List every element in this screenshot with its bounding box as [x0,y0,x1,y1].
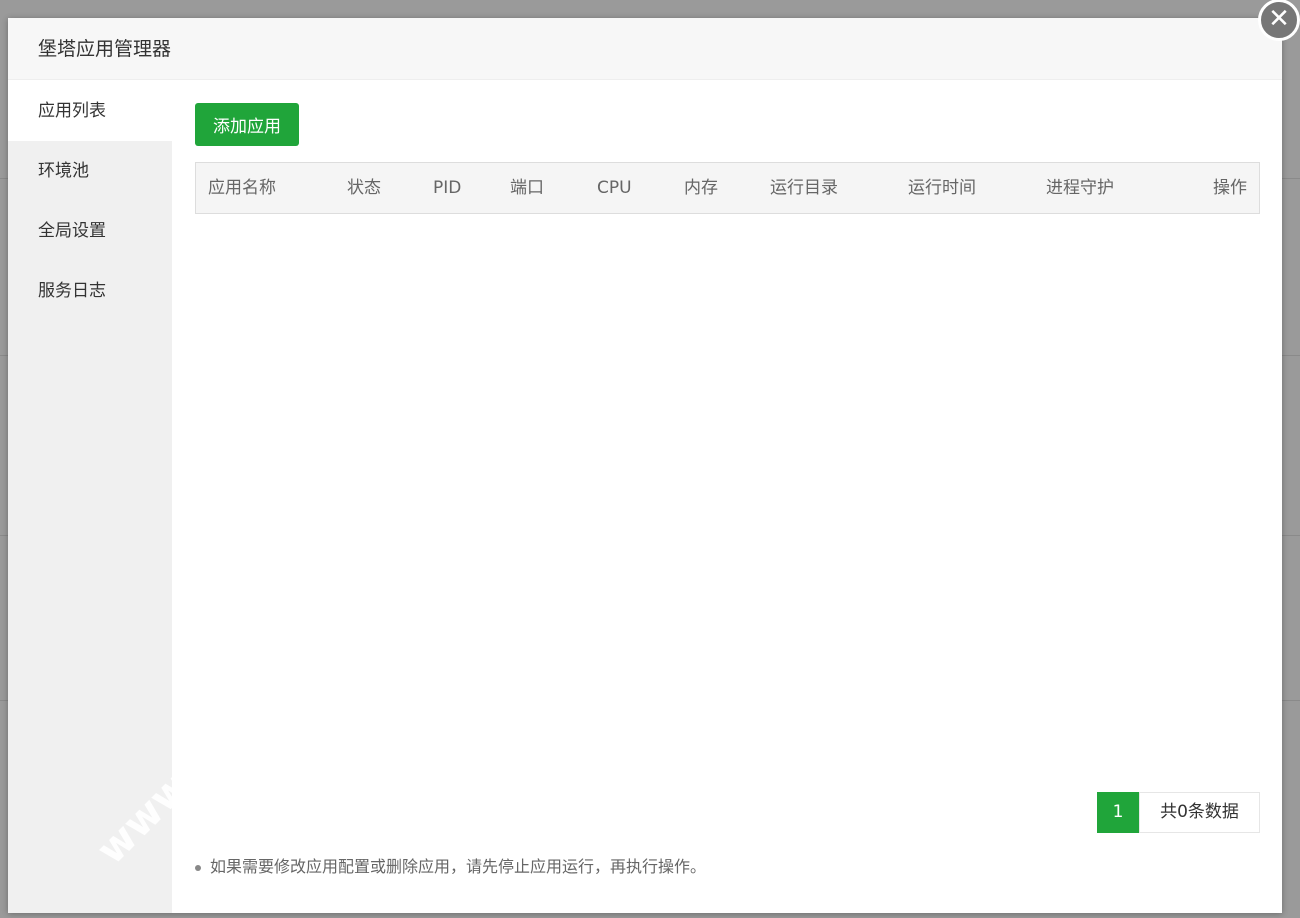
sidebar: 应用列表 环境池 全局设置 服务日志 www. [8,81,208,913]
add-app-button[interactable]: 添加应用 [195,103,299,146]
main-content: 添加应用 应用名称 状态 PID 端口 CPU 内存 运行目录 运行时间 进程守… [172,81,1282,913]
col-app-name: 应用名称 [208,178,276,198]
col-run-dir: 运行目录 [770,178,838,198]
close-icon[interactable]: ✕ [1258,0,1300,41]
col-run-time: 运行时间 [908,178,976,198]
col-memory: 内存 [684,178,718,198]
app-manager-dialog: 堡塔应用管理器 应用列表 环境池 全局设置 服务日志 www. 添加应用 应用名… [8,18,1282,913]
col-actions: 操作 [1213,178,1247,198]
help-note: 如果需要修改应用配置或删除应用，请先停止应用运行，再执行操作。 [195,853,706,877]
col-port: 端口 [510,178,544,198]
dialog-title: 堡塔应用管理器 [8,18,1282,80]
sidebar-item-env-pool[interactable]: 环境池 [8,141,172,201]
pagination: 1 共0条数据 [1097,792,1260,833]
col-status: 状态 [347,178,381,198]
col-cpu: CPU [597,178,632,198]
sidebar-item-global-settings[interactable]: 全局设置 [8,201,172,261]
page-current[interactable]: 1 [1097,792,1139,833]
col-daemon: 进程守护 [1046,178,1114,198]
page-total: 共0条数据 [1139,792,1260,833]
sidebar-item-service-log[interactable]: 服务日志 [8,261,172,321]
sidebar-item-app-list[interactable]: 应用列表 [8,81,172,141]
col-pid: PID [433,178,462,198]
table-header: 应用名称 状态 PID 端口 CPU 内存 运行目录 运行时间 进程守护 操作 [195,162,1260,214]
